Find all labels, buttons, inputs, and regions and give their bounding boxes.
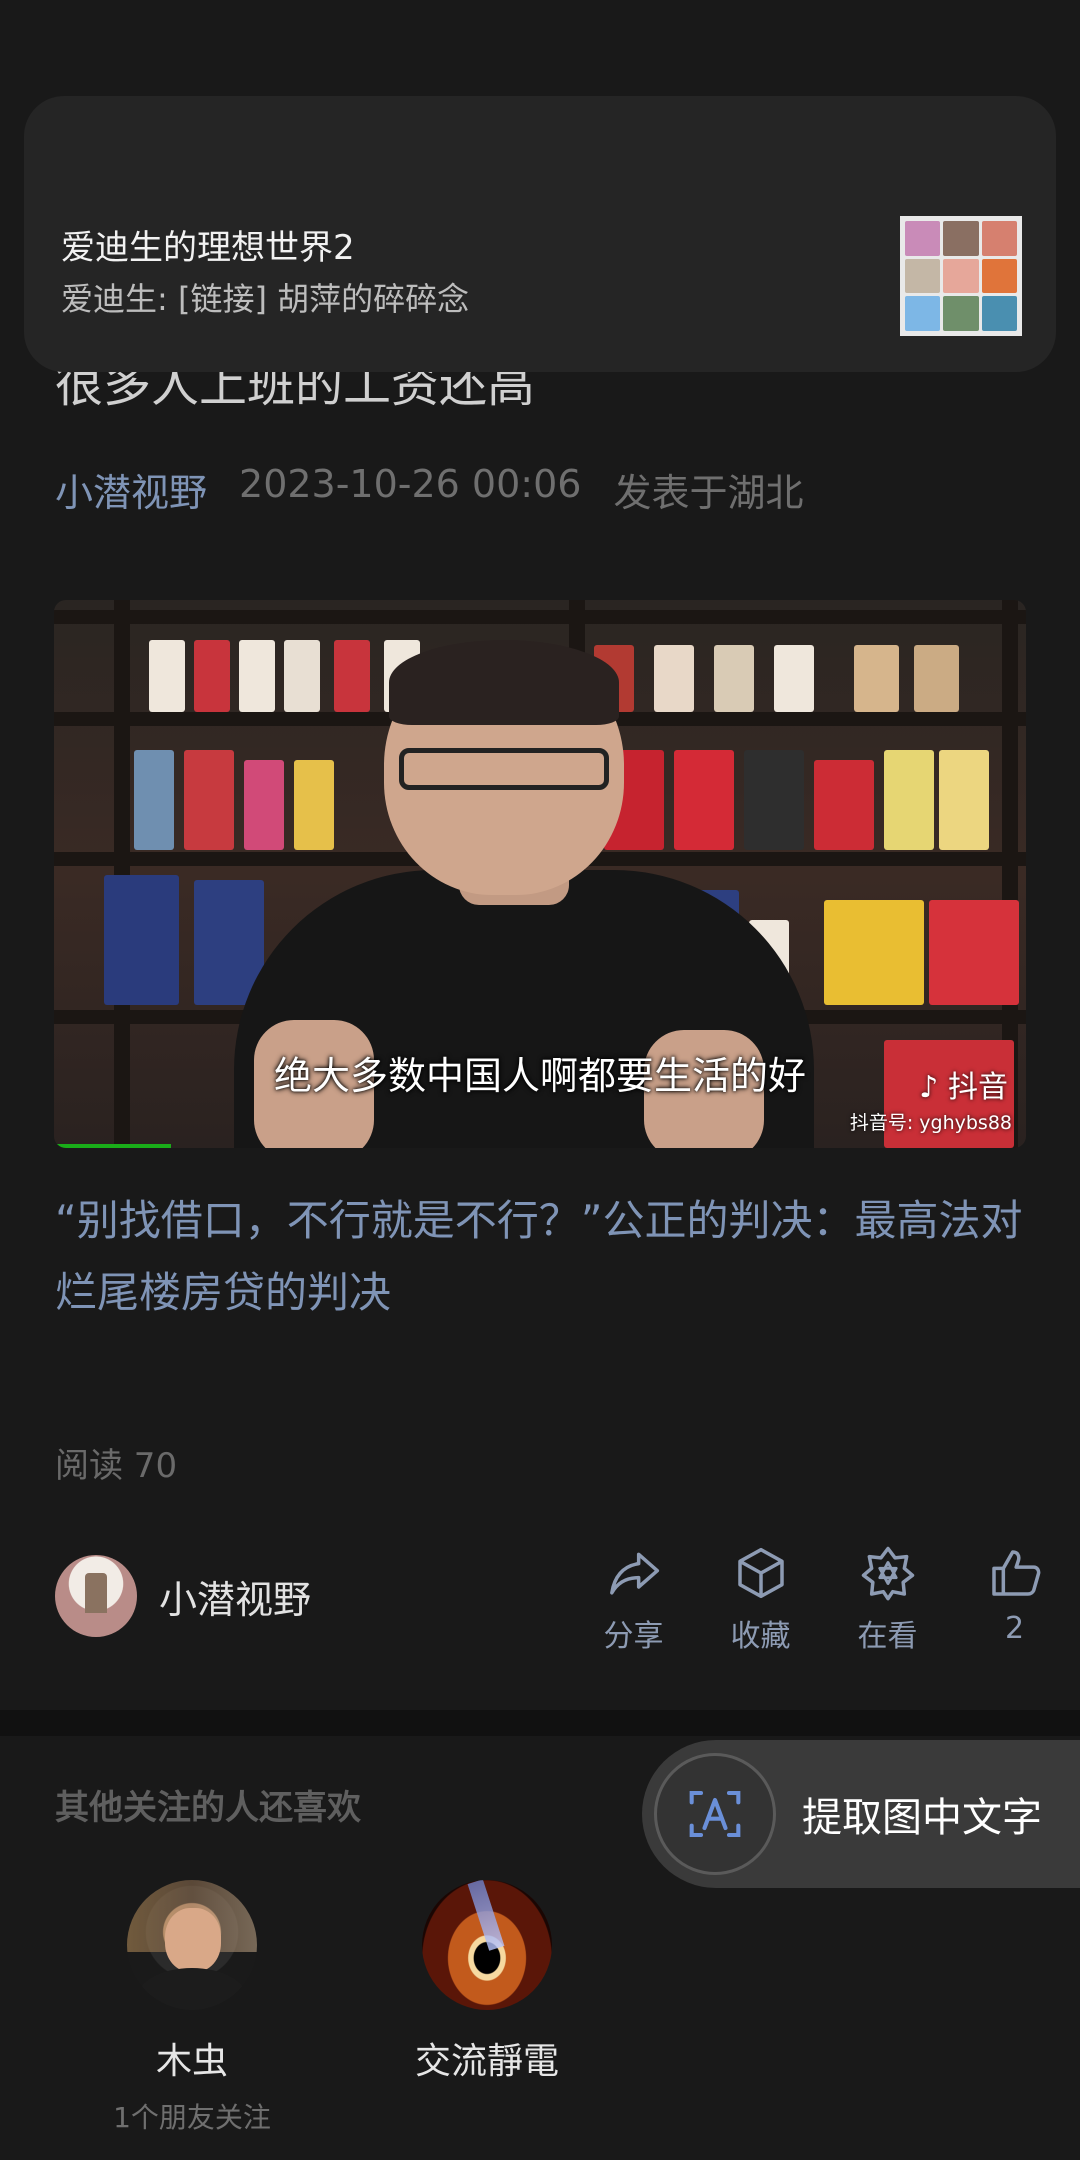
product-box (814, 760, 874, 850)
share-icon (609, 1552, 659, 1595)
speaker-hair (389, 640, 619, 725)
recommended-avatar[interactable] (127, 1880, 257, 2010)
recommended-account[interactable]: 交流靜電 (357, 1880, 617, 2084)
action-bar: 分享 收藏 在看 2 (570, 1545, 1078, 1655)
related-article-link[interactable]: “别找借口，不行就是不行？”公正的判决：最高法对烂尾楼房贷的判决 (55, 1185, 1030, 1329)
like-count: 2 (1004, 1611, 1025, 1646)
recommendations-heading: 其他关注的人还喜欢 (55, 1788, 361, 1828)
favorite-button[interactable]: 收藏 (697, 1545, 824, 1655)
author-name[interactable]: 小潜视野 (159, 1569, 311, 1624)
product-box (134, 750, 174, 850)
article-location: 发表于湖北 (613, 471, 804, 515)
article-meta: 小潜视野 2023-10-26 00:06 发表于湖北 (55, 462, 803, 517)
recommended-name[interactable]: 木虫 (156, 2032, 228, 2084)
product-box (104, 875, 179, 1005)
recommended-subtitle: 1个朋友关注 (113, 2101, 271, 2134)
product-box (334, 640, 370, 712)
text-recognition-icon (654, 1753, 776, 1875)
share-label: 分享 (603, 1619, 664, 1654)
notification-title: 爱迪生的理想世界2 (61, 228, 355, 268)
like-icon (991, 1550, 1040, 1596)
video-subtitle: 绝大多数中国人啊都要生活的好 (273, 1054, 806, 1098)
video-progress-bar[interactable] (54, 1144, 171, 1148)
extract-text-button[interactable]: 提取图中文字 (642, 1740, 1080, 1888)
section-divider (0, 1710, 1080, 1736)
douyin-watermark-id: 抖音号: yghybs88 (849, 1112, 1012, 1134)
speaker-glasses (399, 748, 609, 790)
product-box (884, 750, 934, 850)
article-author-link[interactable]: 小潜视野 (55, 462, 207, 517)
product-box (714, 645, 754, 712)
author-row[interactable]: 小潜视野 (55, 1555, 311, 1637)
recommended-account[interactable]: 木虫 1个朋友关注 (62, 1880, 322, 2136)
favorite-icon (737, 1547, 784, 1599)
product-box (854, 645, 899, 712)
notification-banner[interactable]: 爱迪生的理想世界2 爱迪生: [链接] 胡萍的碎碎念 (24, 96, 1056, 372)
like-button[interactable]: 2 (951, 1545, 1078, 1655)
notification-message: 爱迪生: [链接] 胡萍的碎碎念 (61, 280, 470, 318)
product-box (744, 750, 804, 850)
product-box (294, 760, 334, 850)
product-box (244, 760, 284, 850)
product-box (674, 750, 734, 850)
product-box (149, 640, 185, 712)
product-box (929, 900, 1019, 1005)
douyin-note-icon: ♪ (919, 1070, 939, 1105)
douyin-watermark-text: 抖音 (948, 1070, 1008, 1105)
wow-button[interactable]: 在看 (824, 1545, 951, 1655)
extract-text-label: 提取图中文字 (802, 1795, 1042, 1841)
product-box (939, 750, 989, 850)
product-box (774, 645, 814, 712)
share-button[interactable]: 分享 (570, 1545, 697, 1655)
favorite-label: 收藏 (730, 1619, 791, 1654)
product-box (194, 640, 230, 712)
product-box (284, 640, 320, 712)
video-player[interactable]: 绝大多数中国人啊都要生活的好 ♪ 抖音 抖音号: yghybs88 (54, 600, 1026, 1148)
douyin-watermark-logo: ♪ 抖音 (919, 1062, 1008, 1106)
product-box (654, 645, 694, 712)
product-box (914, 645, 959, 712)
product-box (824, 900, 924, 1005)
product-box (184, 750, 234, 850)
group-avatar-grid (900, 216, 1022, 336)
author-avatar[interactable] (55, 1555, 137, 1637)
wow-label: 在看 (857, 1619, 918, 1654)
recommended-avatar[interactable] (422, 1880, 552, 2010)
product-box (239, 640, 275, 712)
article-date: 2023-10-26 00:06 (239, 462, 582, 506)
shelf-board (54, 610, 1026, 624)
recommended-name[interactable]: 交流靜電 (415, 2032, 559, 2084)
wow-icon (861, 1546, 914, 1601)
read-count: 阅读 70 (55, 1446, 178, 1486)
